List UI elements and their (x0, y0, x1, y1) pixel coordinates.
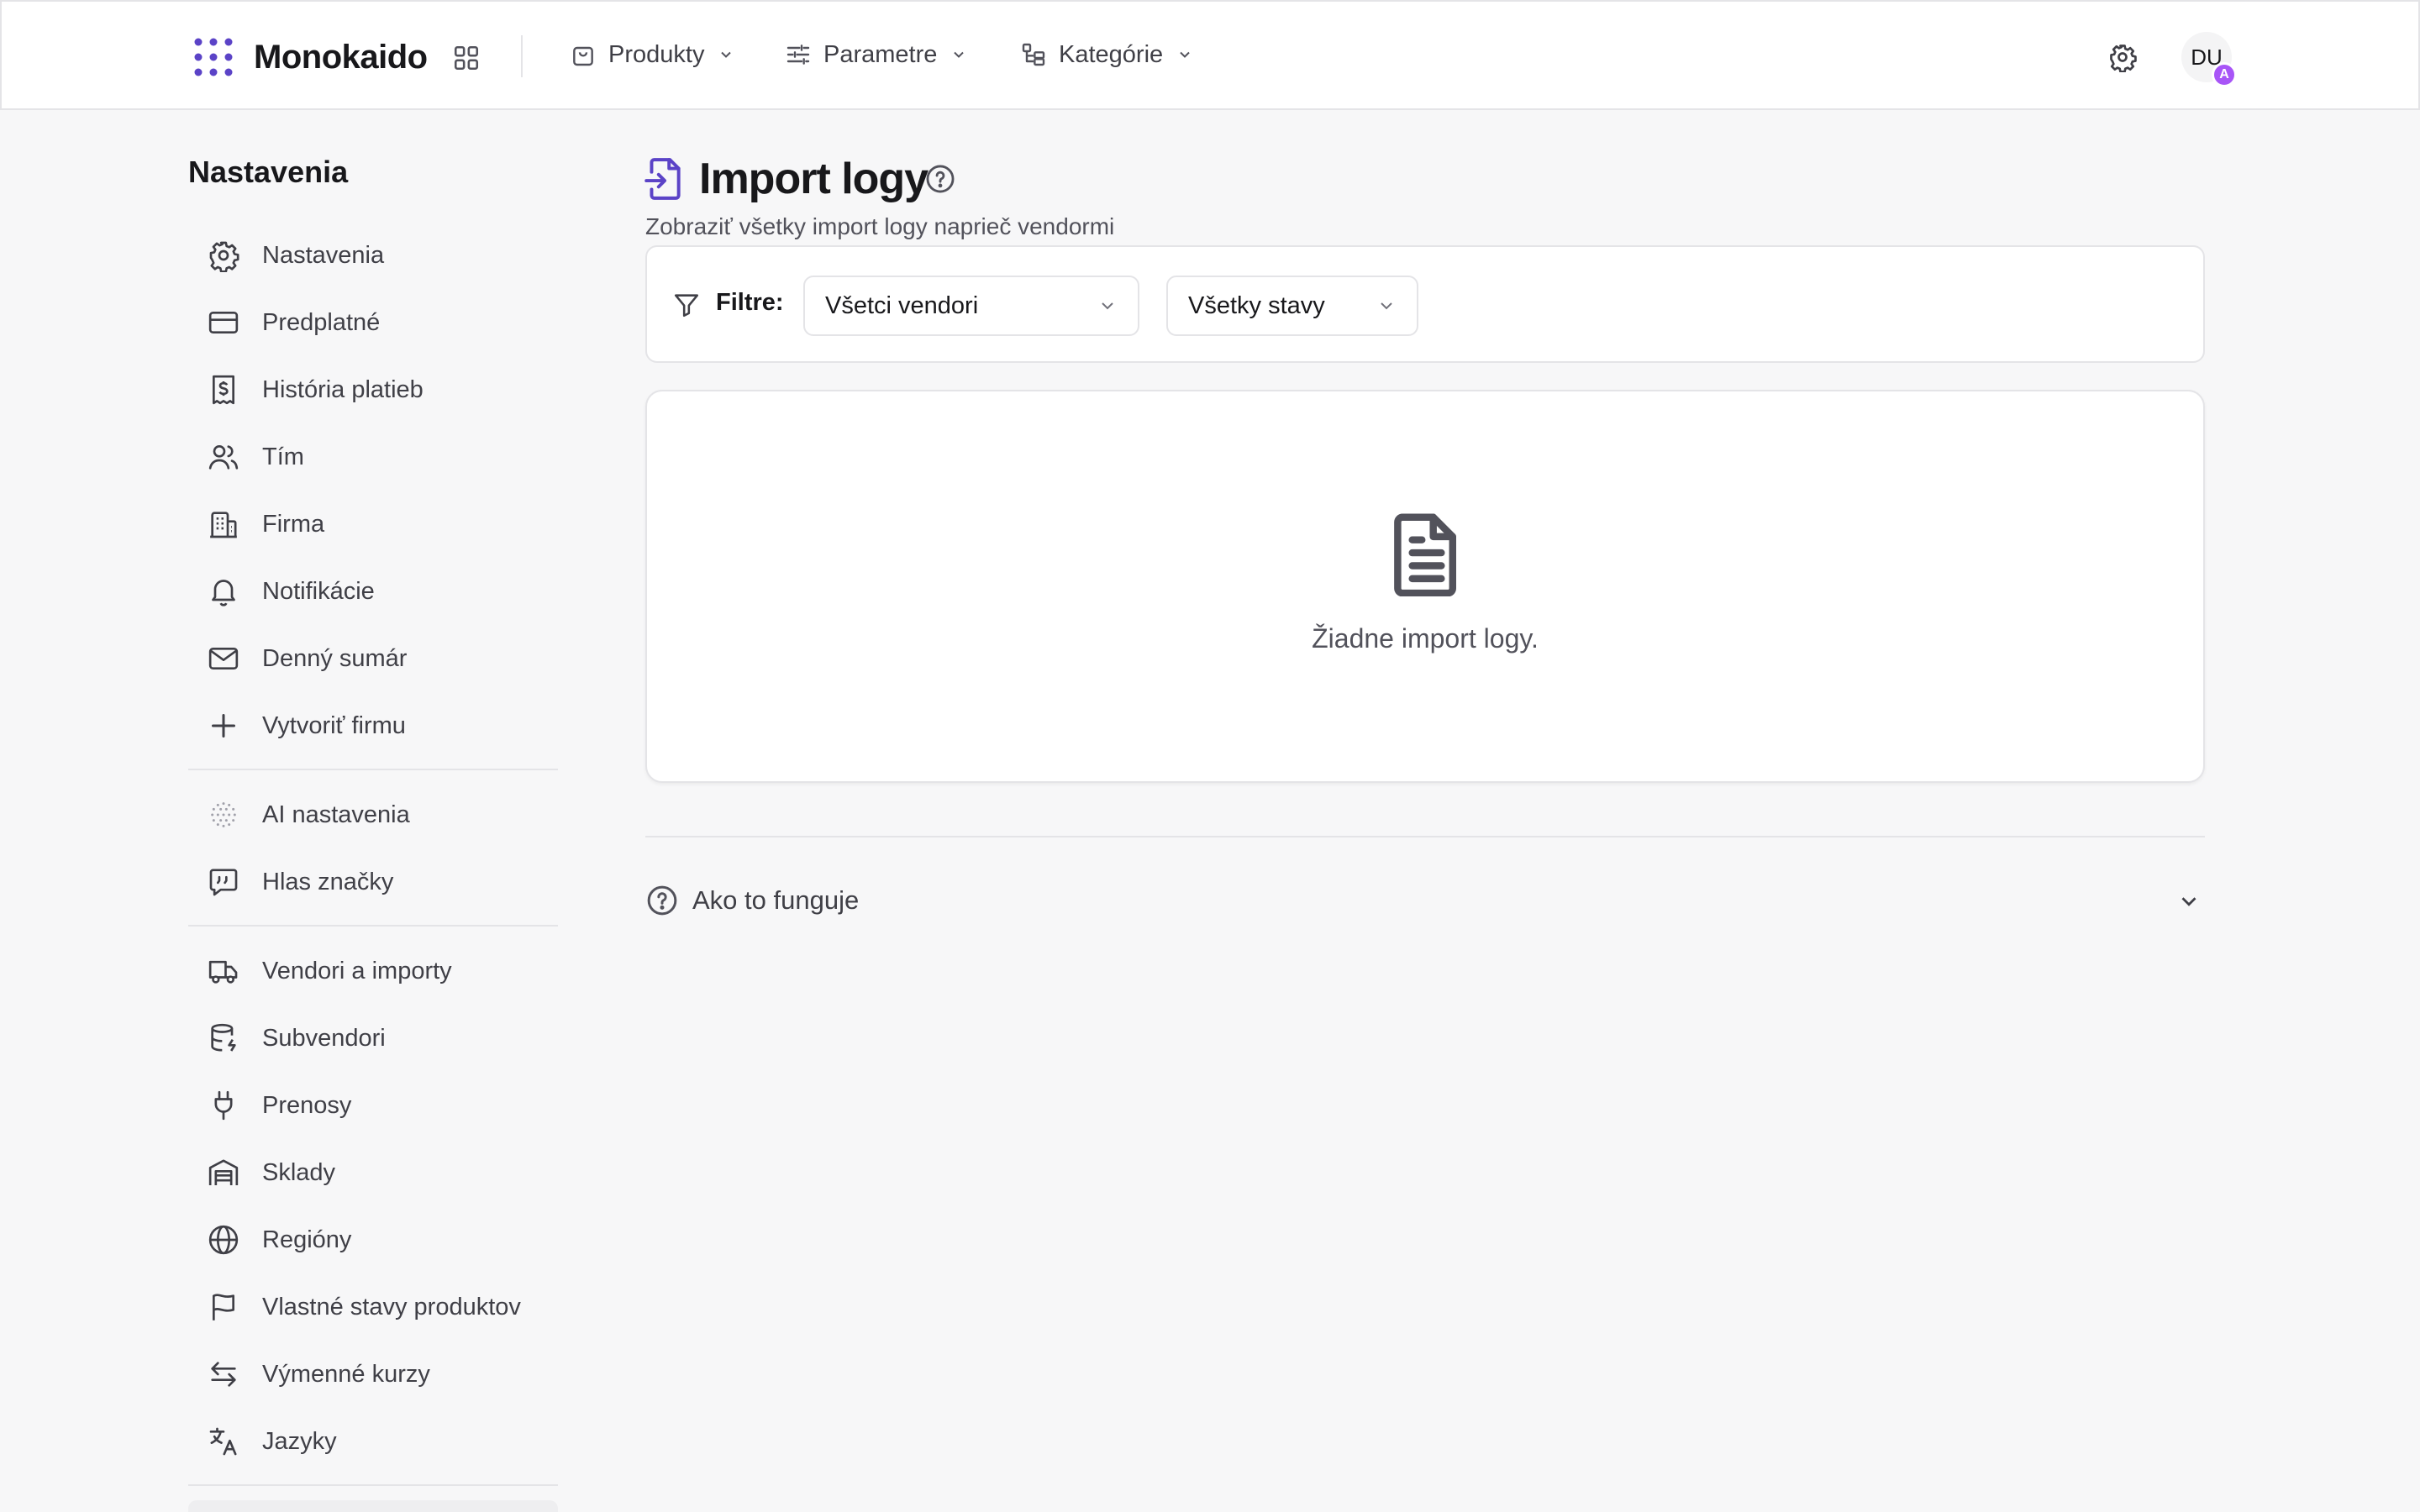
nav-parametre-label: Parametre (823, 40, 938, 68)
sidebar-divider (188, 769, 558, 770)
sidebar-item-label: Notifikácie (262, 577, 375, 605)
brand-name[interactable]: Monokaido (254, 34, 428, 81)
sidebar-item-historia-platieb[interactable]: História platieb (207, 366, 424, 413)
section-divider (645, 836, 2205, 837)
chevron-down-icon (954, 51, 965, 58)
help-circle-icon (647, 885, 677, 916)
filter-icon (674, 294, 699, 318)
page-subtitle: Zobraziť všetky import logy naprieč vend… (645, 213, 1115, 239)
apps-grid-icon[interactable] (452, 44, 481, 72)
exchange-arrows-icon (211, 1362, 236, 1387)
sidebar-item-label: AI nastavenia (262, 801, 410, 828)
sidebar-item-label: Vytvoriť firmu (262, 711, 406, 739)
truck-icon (208, 960, 238, 984)
how-it-works-accordion[interactable]: Ako to funguje (645, 879, 2205, 921)
sidebar-item-label: Výmenné kurzy (262, 1360, 430, 1388)
sidebar-item-label: Sklady (262, 1158, 336, 1186)
chevron-down-icon (1102, 302, 1113, 310)
filter-label: Filtre: (716, 289, 784, 316)
sidebar-item-prenosy[interactable]: Prenosy (207, 1082, 351, 1129)
sidebar-item-label: Prenosy (262, 1091, 352, 1119)
nav-produkty[interactable]: Produkty (570, 34, 734, 76)
chevron-down-icon (721, 51, 732, 58)
nav-kategorie[interactable]: Kategórie (1020, 34, 1193, 76)
empty-state-message: Žiadne import logy. (1312, 623, 1539, 654)
status-select[interactable]: Všetky stavy (1166, 276, 1418, 336)
users-icon (208, 445, 239, 470)
receipt-icon (213, 375, 234, 405)
sidebar-title: Nastavenia (188, 155, 349, 189)
sidebar-item-vymenne-kurzy[interactable]: Výmenné kurzy (207, 1351, 430, 1398)
mail-icon (208, 648, 239, 669)
sidebar-item-denny-sumar[interactable]: Denný sumár (207, 635, 407, 682)
document-icon (1394, 513, 1456, 596)
nav-parametre[interactable]: Parametre (785, 34, 967, 76)
quote-message-icon (209, 869, 238, 896)
sidebar-item-label: Tím (262, 443, 304, 470)
sidebar-item-regiony[interactable]: Regióny (207, 1216, 351, 1263)
user-role-badge: A (2212, 62, 2237, 87)
sidebar-item-label: Vlastné stavy produktov (262, 1293, 521, 1320)
chevron-down-icon (1180, 51, 1190, 58)
sidebar-item-vytvorit-firmu[interactable]: Vytvoriť firmu (207, 702, 406, 749)
database-icon (211, 1023, 236, 1052)
nav-produkty-label: Produkty (608, 40, 705, 68)
sidebar-item-label: Predplatné (262, 308, 381, 336)
plug-icon (214, 1090, 233, 1121)
sliders-icon (786, 45, 810, 65)
sidebar-item-subvendori[interactable]: Subvendori (207, 1015, 386, 1062)
sidebar-item-label: Regióny (262, 1226, 352, 1253)
filter-bar: Filtre: Všetci vendori Všetky stavy (645, 245, 2205, 363)
chevron-down-icon (1381, 302, 1392, 310)
plus-icon (212, 714, 235, 738)
building-icon (210, 512, 237, 538)
category-tree-icon (1022, 43, 1045, 66)
ai-sparkle-icon (211, 802, 236, 827)
brand-dots-icon[interactable] (193, 37, 234, 77)
sidebar-item-vendori-a-importy[interactable]: Vendori a importy (207, 948, 452, 995)
sidebar-item-firma[interactable]: Firma (207, 501, 324, 548)
vendor-select[interactable]: Všetci vendori (803, 276, 1139, 336)
sidebar-item-predplatne[interactable]: Predplatné (207, 299, 380, 346)
sidebar-item-label: Nastavenia (262, 241, 385, 269)
how-it-works-label: Ako to funguje (692, 885, 860, 915)
sidebar-divider (188, 1484, 558, 1486)
nav-kategorie-label: Kategórie (1059, 40, 1164, 68)
sidebar-item-label: História platieb (262, 375, 424, 403)
sidebar-item-sklady[interactable]: Sklady (207, 1149, 335, 1196)
empty-state-card: Žiadne import logy. (645, 390, 2205, 783)
sidebar-item-tim[interactable]: Tím (207, 433, 304, 480)
sidebar-divider (188, 925, 558, 927)
sidebar-item-label: Denný sumár (262, 644, 408, 672)
gear-icon[interactable] (2107, 42, 2138, 72)
warehouse-icon (208, 1159, 239, 1185)
status-select-value: Všetky stavy (1188, 291, 1325, 319)
sidebar-item-label: Subvendori (262, 1024, 386, 1052)
sidebar-item-label: Firma (262, 510, 325, 538)
credit-card-icon (208, 312, 239, 333)
vendor-select-value: Všetci vendori (825, 291, 979, 319)
sidebar-item-jazyky[interactable]: Jazyky (207, 1418, 337, 1465)
chevron-down-icon (2181, 897, 2196, 906)
sidebar-item-vlastne-stavy-produktov[interactable]: Vlastné stavy produktov (207, 1284, 521, 1331)
file-import-icon (644, 158, 681, 200)
nav-divider (521, 35, 523, 77)
sidebar-item-nastavenia[interactable]: Nastavenia (207, 232, 384, 279)
sidebar-item-label: Hlas značky (262, 868, 394, 895)
sidebar-item-hlas-znacky[interactable]: Hlas značky (207, 858, 393, 906)
help-circle-icon[interactable] (924, 163, 956, 195)
top-navbar: Monokaido Produkty Parametre Kategórie D… (0, 0, 2420, 110)
page-title: Import logy (699, 155, 929, 203)
gear-icon (209, 241, 239, 272)
sidebar-item-ai-nastavenia[interactable]: AI nastavenia (207, 791, 410, 838)
shopping-bag-icon (573, 46, 593, 66)
sidebar-item-notifikacie[interactable]: Notifikácie (207, 568, 375, 615)
sidebar-item-label: Jazyky (262, 1427, 337, 1455)
sidebar-item-label: Vendori a importy (262, 957, 452, 984)
flag-icon (213, 1294, 234, 1320)
bell-icon (212, 580, 235, 606)
globe-icon (208, 1225, 239, 1255)
sidebar-next-item (188, 1500, 558, 1512)
translate-icon (209, 1427, 237, 1456)
